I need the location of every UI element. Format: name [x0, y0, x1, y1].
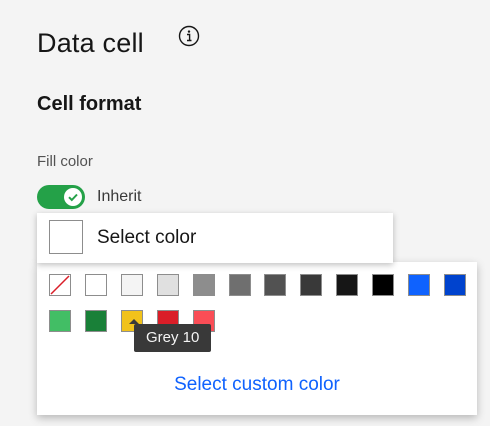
- inherit-toggle[interactable]: [37, 185, 85, 209]
- toggle-knob: [64, 188, 82, 206]
- swatch-tooltip: Grey 10: [134, 324, 212, 352]
- color-swatch-grey-70[interactable]: [264, 274, 287, 296]
- checkmark-icon: [68, 193, 78, 202]
- color-swatch-grey-10[interactable]: [120, 274, 143, 296]
- no-color-slash-icon: [50, 275, 70, 295]
- color-swatch-grey-80[interactable]: [300, 274, 323, 296]
- color-swatch-blue-70[interactable]: [443, 274, 466, 296]
- inherit-label: Inherit: [97, 188, 142, 205]
- color-swatch-none[interactable]: [49, 274, 71, 296]
- section-title: Cell format: [37, 93, 142, 115]
- color-swatch-black[interactable]: [372, 274, 395, 296]
- color-swatch-green-40[interactable]: [49, 310, 71, 332]
- color-swatch-green-60[interactable]: [84, 310, 107, 332]
- selected-color-swatch: [49, 220, 83, 254]
- color-swatch-white[interactable]: [84, 274, 107, 296]
- color-swatch-grey-20[interactable]: [156, 274, 179, 296]
- fill-color-label: Fill color: [37, 153, 93, 170]
- color-swatch-grey-90[interactable]: [336, 274, 359, 296]
- select-custom-color-link[interactable]: Select custom color: [37, 374, 477, 396]
- info-icon[interactable]: [178, 25, 200, 47]
- color-swatch-blue-60[interactable]: [408, 274, 430, 296]
- color-swatch-grey-60[interactable]: [228, 274, 251, 296]
- color-dropdown: Select custom color: [37, 262, 477, 415]
- select-color-label: Select color: [97, 227, 197, 248]
- panel-title: Data cell: [37, 28, 144, 58]
- color-swatch-grey-40[interactable]: [192, 274, 215, 296]
- color-select[interactable]: Select color: [37, 213, 393, 263]
